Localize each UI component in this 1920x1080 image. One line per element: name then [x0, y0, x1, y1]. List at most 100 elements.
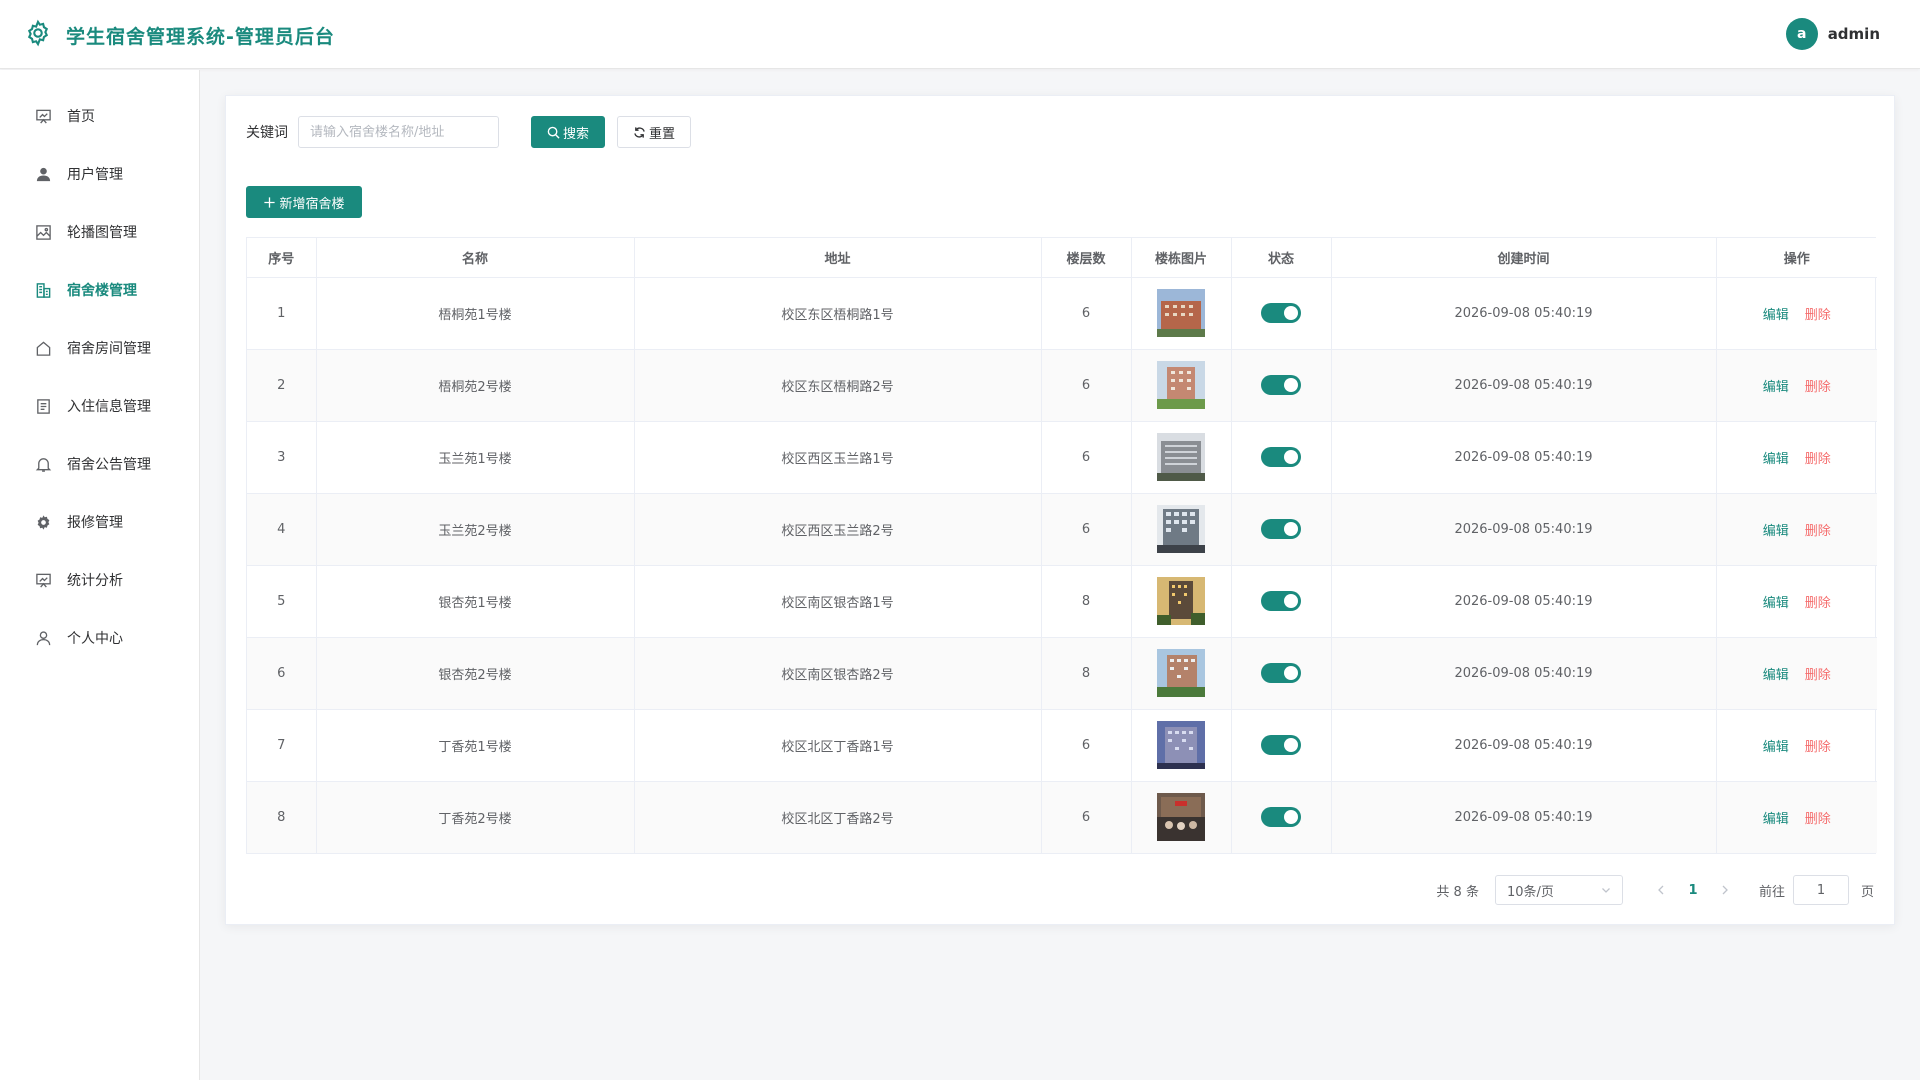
search-button[interactable]: 搜索	[531, 116, 605, 148]
buildings-table: 序号 名称 地址 楼层数 楼栋图片 状态 创建时间 操作 1 梧桐苑1号楼 校区…	[246, 237, 1877, 854]
column-header[interactable]: 楼层数	[1041, 238, 1132, 278]
table-row: 1 梧桐苑1号楼 校区东区梧桐路1号 6 2026-09-08 05:40:19…	[247, 277, 1877, 350]
edit-button[interactable]: 编辑	[1763, 596, 1789, 611]
cell-address: 校区北区丁香路2号	[634, 781, 1042, 853]
cell-floors: 6	[1041, 277, 1132, 350]
cell-status	[1231, 781, 1332, 853]
cell-status	[1231, 349, 1332, 422]
document-icon	[34, 397, 52, 415]
building-photo[interactable]	[1157, 721, 1205, 769]
sidebar-item-repairs[interactable]: 报修管理	[0, 493, 199, 551]
building-photo[interactable]	[1157, 793, 1205, 842]
keyword-input[interactable]	[298, 116, 499, 148]
page-number-current[interactable]: 1	[1675, 876, 1711, 904]
chart-board-icon	[34, 107, 52, 125]
table-row: 7 丁香苑1号楼 校区北区丁香路1号 6 2026-09-08 05:40:19…	[247, 709, 1877, 782]
status-toggle[interactable]	[1261, 807, 1301, 828]
delete-button[interactable]: 删除	[1805, 812, 1831, 827]
edit-button[interactable]: 编辑	[1763, 452, 1789, 467]
edit-button[interactable]: 编辑	[1763, 812, 1789, 827]
status-toggle[interactable]	[1261, 591, 1301, 611]
cell-address: 校区西区玉兰路1号	[634, 421, 1042, 494]
status-toggle[interactable]	[1261, 303, 1301, 323]
edit-button[interactable]: 编辑	[1763, 524, 1789, 539]
edit-button[interactable]: 编辑	[1763, 668, 1789, 683]
add-building-button[interactable]: 新增宿舍楼	[246, 186, 362, 218]
sidebar-item-label: 宿舍房间管理	[67, 341, 151, 357]
edit-button[interactable]: 编辑	[1763, 740, 1789, 755]
delete-button[interactable]: 删除	[1805, 308, 1831, 323]
delete-button[interactable]: 删除	[1805, 740, 1831, 755]
sidebar-item-users[interactable]: 用户管理	[0, 145, 199, 203]
cell-address: 校区北区丁香路1号	[634, 709, 1042, 782]
cell-photo	[1131, 637, 1232, 710]
column-header[interactable]: 状态	[1231, 238, 1332, 278]
cell-index: 6	[247, 637, 317, 710]
column-header[interactable]: 操作	[1716, 238, 1877, 278]
user-menu[interactable]: a admin	[1785, 18, 1880, 50]
reset-button[interactable]: 重置	[617, 116, 691, 148]
cell-name: 梧桐苑1号楼	[316, 277, 635, 350]
delete-button[interactable]: 删除	[1805, 380, 1831, 395]
delete-button[interactable]: 删除	[1805, 524, 1831, 539]
edit-button[interactable]: 编辑	[1763, 308, 1789, 323]
user-icon	[34, 165, 52, 183]
building-icon	[34, 281, 52, 299]
goto-page-input[interactable]	[1792, 875, 1849, 905]
building-photo[interactable]	[1157, 505, 1205, 553]
cell-actions: 编辑 删除	[1716, 277, 1877, 350]
building-photo[interactable]	[1157, 649, 1205, 697]
status-toggle[interactable]	[1261, 375, 1301, 395]
cell-created: 2026-09-08 05:40:19	[1331, 421, 1717, 494]
username[interactable]: admin	[1828, 25, 1880, 43]
cell-actions: 编辑 删除	[1716, 637, 1877, 710]
sidebar-item-profile[interactable]: 个人中心	[0, 609, 199, 667]
cell-status	[1231, 709, 1332, 782]
column-header[interactable]: 名称	[316, 238, 635, 278]
cell-status	[1231, 277, 1332, 350]
sidebar-item-statistics[interactable]: 统计分析	[0, 551, 199, 609]
building-photo[interactable]	[1157, 577, 1205, 625]
building-photo[interactable]	[1157, 289, 1205, 337]
status-toggle[interactable]	[1261, 447, 1301, 467]
delete-button[interactable]: 删除	[1805, 452, 1831, 467]
delete-button[interactable]: 删除	[1805, 668, 1831, 683]
cell-floors: 6	[1041, 709, 1132, 782]
cell-photo	[1131, 565, 1232, 638]
sidebar-item-rooms[interactable]: 宿舍房间管理	[0, 319, 199, 377]
cell-address: 校区西区玉兰路2号	[634, 493, 1042, 566]
pagination: 共 8 条 10条/页 1 前往 页	[1436, 875, 1874, 905]
column-header[interactable]: 地址	[634, 238, 1042, 278]
refresh-icon	[634, 126, 645, 138]
sidebar-item-checkin[interactable]: 入住信息管理	[0, 377, 199, 435]
cell-actions: 编辑 删除	[1716, 781, 1877, 853]
edit-button[interactable]: 编辑	[1763, 380, 1789, 395]
status-toggle[interactable]	[1261, 663, 1301, 683]
sidebar-item-buildings[interactable]: 宿舍楼管理	[0, 261, 199, 319]
reset-button-label: 重置	[648, 126, 675, 142]
sidebar-item-label: 用户管理	[67, 167, 123, 183]
column-header[interactable]: 创建时间	[1331, 238, 1717, 278]
cell-name: 丁香苑2号楼	[316, 781, 635, 853]
status-toggle[interactable]	[1261, 519, 1301, 539]
sidebar-item-home[interactable]: 首页	[0, 87, 199, 145]
prev-page-button[interactable]	[1647, 876, 1675, 904]
delete-button[interactable]: 删除	[1805, 596, 1831, 611]
cell-name: 梧桐苑2号楼	[316, 349, 635, 422]
column-header[interactable]: 序号	[247, 238, 317, 278]
table-row: 6 银杏苑2号楼 校区南区银杏路2号 8 2026-09-08 05:40:19…	[247, 637, 1877, 710]
page-size-select[interactable]: 10条/页	[1494, 875, 1623, 905]
sidebar-item-label: 报修管理	[67, 515, 123, 531]
building-photo[interactable]	[1157, 361, 1205, 409]
cell-photo	[1131, 781, 1232, 853]
building-photo[interactable]	[1157, 433, 1205, 481]
cell-created: 2026-09-08 05:40:19	[1331, 277, 1717, 350]
sidebar-item-notices[interactable]: 宿舍公告管理	[0, 435, 199, 493]
status-toggle[interactable]	[1261, 735, 1301, 755]
sidebar-item-carousel[interactable]: 轮播图管理	[0, 203, 199, 261]
next-page-button[interactable]	[1711, 876, 1739, 904]
avatar[interactable]: a	[1785, 18, 1818, 50]
column-header[interactable]: 楼栋图片	[1131, 238, 1232, 278]
cell-actions: 编辑 删除	[1716, 421, 1877, 494]
table-row: 3 玉兰苑1号楼 校区西区玉兰路1号 6 2026-09-08 05:40:19…	[247, 421, 1877, 494]
